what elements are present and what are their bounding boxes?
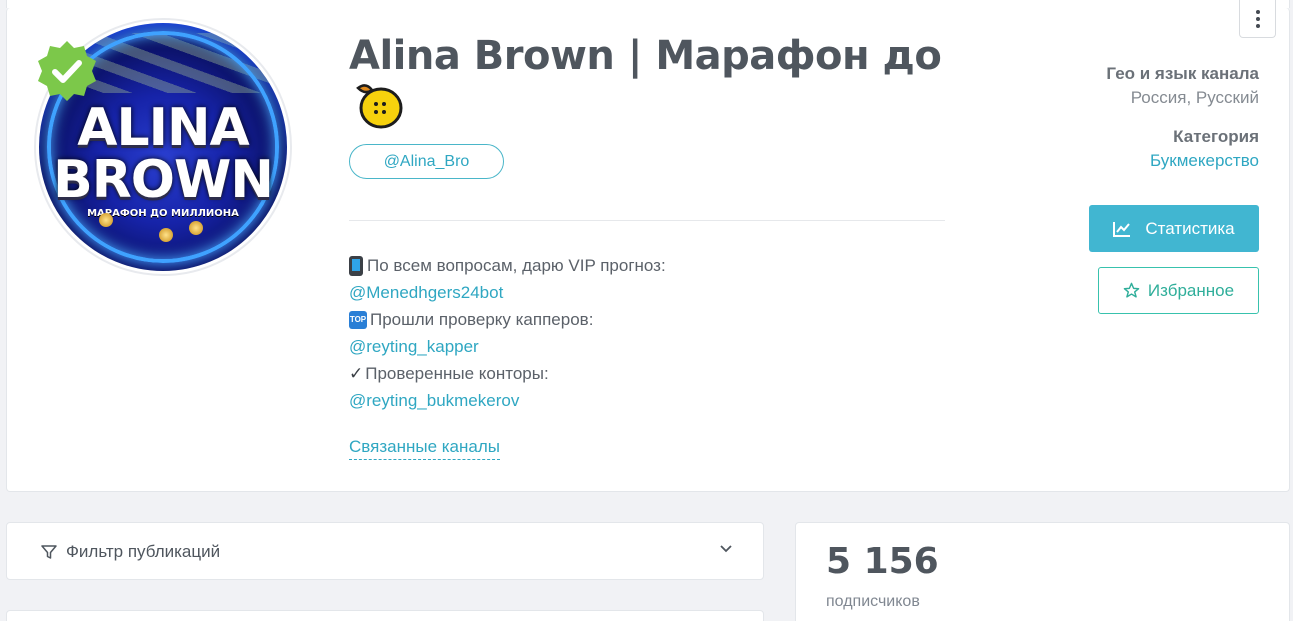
channel-meta: Гео и язык канала Россия, Русский Катего… bbox=[1106, 62, 1259, 173]
description-line: TOP Прошли проверку капперов: bbox=[349, 310, 594, 329]
more-options-icon[interactable] bbox=[1239, 0, 1276, 38]
publication-filter[interactable]: Фильтр публикаций bbox=[6, 522, 764, 580]
main-card-top-edge bbox=[6, 0, 1290, 8]
lemon-icon bbox=[356, 84, 403, 129]
filter-label: Фильтр публикаций bbox=[66, 542, 221, 561]
geo-label: Гео и язык канала bbox=[1106, 64, 1259, 83]
related-channels-link[interactable]: Связанные каналы bbox=[349, 436, 500, 460]
verified-badge-icon bbox=[38, 41, 96, 101]
category-label: Категория bbox=[1173, 127, 1259, 146]
channel-handle-button[interactable]: @Alina_Bro bbox=[349, 144, 504, 179]
channel-description: По всем вопросам, дарю VIP прогноз: @Men… bbox=[349, 252, 949, 414]
line-chart-icon bbox=[1113, 221, 1131, 237]
geo-value: Россия, Русский bbox=[1130, 88, 1259, 107]
star-icon bbox=[1123, 282, 1140, 298]
check-mark-icon: ✓ bbox=[349, 364, 364, 383]
statistics-button[interactable]: Статистика bbox=[1089, 205, 1259, 252]
favorite-button[interactable]: Избранное bbox=[1098, 267, 1259, 314]
top-arrow-icon: TOP bbox=[349, 310, 367, 329]
chevron-down-icon bbox=[720, 545, 732, 553]
subscribers-label: подписчиков bbox=[826, 593, 920, 610]
mobile-phone-icon bbox=[349, 255, 363, 276]
category-link[interactable]: Букмекерство bbox=[1106, 149, 1259, 173]
description-line: По всем вопросам, дарю VIP прогноз: bbox=[349, 252, 949, 279]
subscribers-card: 5 156 подписчиков bbox=[795, 522, 1290, 621]
divider bbox=[349, 220, 945, 221]
filter-icon bbox=[41, 545, 57, 559]
link-reyting-kapper[interactable]: @reyting_kapper bbox=[349, 333, 479, 360]
link-menedhgers24bot[interactable]: @Menedhgers24bot bbox=[349, 279, 503, 306]
channel-title: Alina Brown | Марафон до bbox=[349, 33, 942, 79]
description-line: ✓ Проверенные конторы: bbox=[349, 360, 949, 387]
avatar-text-line1: ALINA bbox=[77, 97, 249, 158]
avatar-text-line2: BROWN bbox=[53, 149, 274, 210]
publications-card bbox=[6, 610, 764, 621]
link-reyting-bukmekerov[interactable]: @reyting_bukmekerov bbox=[349, 387, 519, 414]
subscribers-count: 5 156 bbox=[826, 541, 939, 582]
